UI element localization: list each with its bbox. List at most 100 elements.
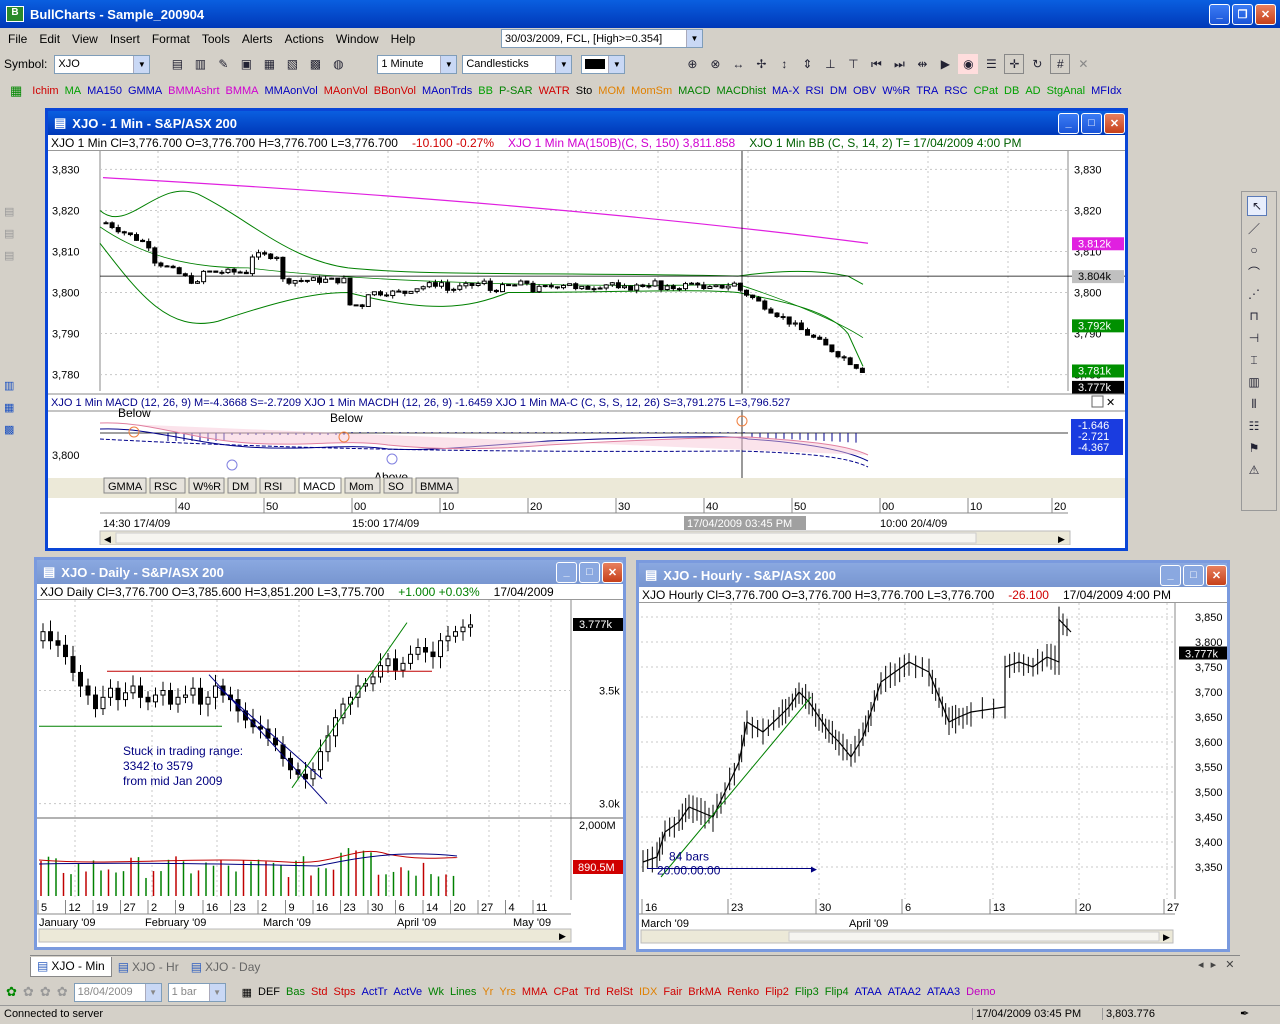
indicator-bmmashrt[interactable]: BMMAshrt <box>168 85 219 97</box>
align-top-icon[interactable]: ⊤ <box>843 54 863 74</box>
indicator-rsi[interactable]: RSI <box>806 85 824 97</box>
color-combo[interactable]: ▼ <box>581 54 626 74</box>
last-icon[interactable]: ⏭ <box>889 54 909 74</box>
indicator-ma[interactable]: MA <box>65 85 82 97</box>
indicator-ma150[interactable]: MA150 <box>87 85 122 97</box>
indicator-ad[interactable]: AD <box>1025 85 1040 97</box>
win1-scroll-left-icon[interactable]: ◀ <box>104 534 111 544</box>
win3-scroll-right-icon[interactable]: ▶ <box>1163 932 1170 942</box>
menu-item-file[interactable]: File <box>2 29 33 49</box>
scan-bas[interactable]: Bas <box>286 986 305 998</box>
zoom-in-icon[interactable]: ⊕ <box>682 54 702 74</box>
menu-item-actions[interactable]: Actions <box>279 29 330 49</box>
scan-idx[interactable]: IDX <box>639 986 657 998</box>
chart-window-daily[interactable]: ▤ XJO - Daily - S&P/ASX 200 _ □ ✕ XJO Da… <box>34 557 626 950</box>
win2-h-scrollbar[interactable] <box>38 928 572 943</box>
bar-combo[interactable]: 1 bar ▼ <box>167 982 226 1002</box>
indicator-obv[interactable]: OBV <box>853 85 876 97</box>
scan-combo[interactable]: 30/03/2009, FCL, [High>=0.354] ▼ <box>501 29 703 48</box>
indicator-momsm[interactable]: MomSm <box>631 85 672 97</box>
scan-actve[interactable]: ActVe <box>393 986 422 998</box>
fib-tool-icon[interactable]: ☷ <box>1244 416 1264 436</box>
first-icon[interactable]: ⏮ <box>866 54 886 74</box>
indicator-gmma[interactable]: GMMA <box>128 85 162 97</box>
fork-tool-icon[interactable]: ⊣ <box>1244 328 1264 348</box>
menu-item-help[interactable]: Help <box>385 29 422 49</box>
chart-window-hourly[interactable]: ▤ XJO - Hourly - S&P/ASX 200 _ □ ✕ XJO H… <box>636 560 1230 952</box>
layout-icon[interactable]: ▧ <box>282 54 302 74</box>
pointer-icon[interactable]: ↖ <box>1247 196 1267 216</box>
play-icon[interactable]: ▶ <box>935 54 955 74</box>
dock-icon-2[interactable]: ▤ <box>4 227 24 249</box>
marker-tool-icon[interactable]: ⊓ <box>1244 306 1264 326</box>
indicator-bb[interactable]: BB <box>478 85 493 97</box>
ellipse-tool-icon[interactable]: ○ <box>1244 240 1264 260</box>
page-icon[interactable]: ▦ <box>259 54 279 74</box>
image-icon[interactable]: ▩ <box>305 54 325 74</box>
settings-icon[interactable]: ✿ <box>40 984 51 1000</box>
scan-relst[interactable]: RelSt <box>606 986 633 998</box>
scan-trd[interactable]: Trd <box>584 986 600 998</box>
bars-tool-icon[interactable]: ▥ <box>1244 372 1264 392</box>
indicator-macdhist[interactable]: MACDhist <box>717 85 767 97</box>
win1-minimize-button[interactable]: _ <box>1058 112 1079 134</box>
win1-scroll-right-icon[interactable]: ▶ <box>1058 534 1065 544</box>
menu-item-tools[interactable]: Tools <box>196 29 236 49</box>
scan-list-icon[interactable]: ▦ <box>242 986 252 999</box>
scan-ataa3[interactable]: ATAA3 <box>927 986 960 998</box>
win3-minimize-button[interactable]: _ <box>1160 564 1181 586</box>
window-hourly-titlebar[interactable]: ▤ XJO - Hourly - S&P/ASX 200 _ □ ✕ <box>639 563 1227 587</box>
scan-yr[interactable]: Yr <box>482 986 493 998</box>
dock-icon-5[interactable]: ▦ <box>4 401 24 423</box>
scan-lines[interactable]: Lines <box>450 986 476 998</box>
indicator-bmma[interactable]: BMMA <box>226 85 259 97</box>
compress-icon[interactable]: ⇹ <box>912 54 932 74</box>
window-1min-titlebar[interactable]: ▤ XJO - 1 Min - S&P/ASX 200 _ □ ✕ <box>48 111 1125 135</box>
options-icon[interactable]: ✿ <box>57 984 68 1000</box>
folder-icon[interactable]: ▥ <box>190 54 210 74</box>
indicator-tra[interactable]: TRA <box>916 85 938 97</box>
symbol-combo[interactable]: XJO ▼ <box>54 54 151 74</box>
scan-fair[interactable]: Fair <box>663 986 682 998</box>
grid-icon[interactable]: # <box>1050 54 1071 74</box>
scan-flip4[interactable]: Flip4 <box>825 986 849 998</box>
crosshair-icon[interactable]: ✢ <box>751 54 771 74</box>
win3-maximize-button[interactable]: □ <box>1183 564 1204 586</box>
restore-button[interactable]: ❐ <box>1232 3 1253 25</box>
win2-minimize-button[interactable]: _ <box>556 561 577 583</box>
warning-tool-icon[interactable]: ⚠ <box>1244 460 1264 480</box>
indicator-dm[interactable]: DM <box>830 85 847 97</box>
dock-icon-4[interactable]: ▥ <box>4 379 24 401</box>
win1-price-chart[interactable]: 3,830 3,8303,820 3,8203,810 3,8103,800 3,800… <box>48 151 1125 545</box>
indicator-mmaonvol[interactable]: MMAonVol <box>265 85 318 97</box>
scan-std[interactable]: Std <box>311 986 328 998</box>
chart-window-1min[interactable]: ▤ XJO - 1 Min - S&P/ASX 200 _ □ ✕ XJO 1 … <box>45 108 1128 551</box>
win3-close-button[interactable]: ✕ <box>1206 564 1227 586</box>
indicator-db[interactable]: DB <box>1004 85 1019 97</box>
scan-flip2[interactable]: Flip2 <box>765 986 789 998</box>
fan-tool-icon[interactable]: ⋰ <box>1244 284 1264 304</box>
scan-stps[interactable]: Stps <box>334 986 356 998</box>
menu-item-view[interactable]: View <box>66 29 104 49</box>
scan-cpat[interactable]: CPat <box>554 986 578 998</box>
list-icon[interactable]: ☰ <box>981 54 1001 74</box>
menu-item-format[interactable]: Format <box>146 29 196 49</box>
chart-icon[interactable]: ▤ <box>167 54 187 74</box>
win3-price-chart[interactable]: 3,8503,8003,7503,7003,6503,6003,5503,500… <box>639 603 1227 949</box>
zoom-icon[interactable]: ⊗ <box>705 54 725 74</box>
back-icon[interactable]: ✿ <box>6 984 17 1000</box>
interval-combo[interactable]: 1 Minute ▼ <box>377 54 458 74</box>
win2-close-button[interactable]: ✕ <box>602 561 623 583</box>
menu-item-edit[interactable]: Edit <box>33 29 66 49</box>
indicator-maonvol[interactable]: MAonVol <box>324 85 368 97</box>
columns-tool-icon[interactable]: ⦀ <box>1244 394 1264 414</box>
scan-wk[interactable]: Wk <box>428 986 444 998</box>
scan-def[interactable]: DEF <box>258 986 280 998</box>
window-tab-0[interactable]: ▤ XJO - Min <box>30 956 112 977</box>
delete-icon[interactable]: ✕ <box>1073 54 1093 74</box>
tabs-next-icon[interactable]: ▸ <box>1211 959 1217 971</box>
fit-height-icon[interactable]: ↕ <box>774 54 794 74</box>
tabs-close-icon[interactable]: ✕ <box>1225 959 1234 971</box>
indicator-ichim[interactable]: Ichim <box>32 85 58 97</box>
indicator-mom[interactable]: MOM <box>598 85 625 97</box>
